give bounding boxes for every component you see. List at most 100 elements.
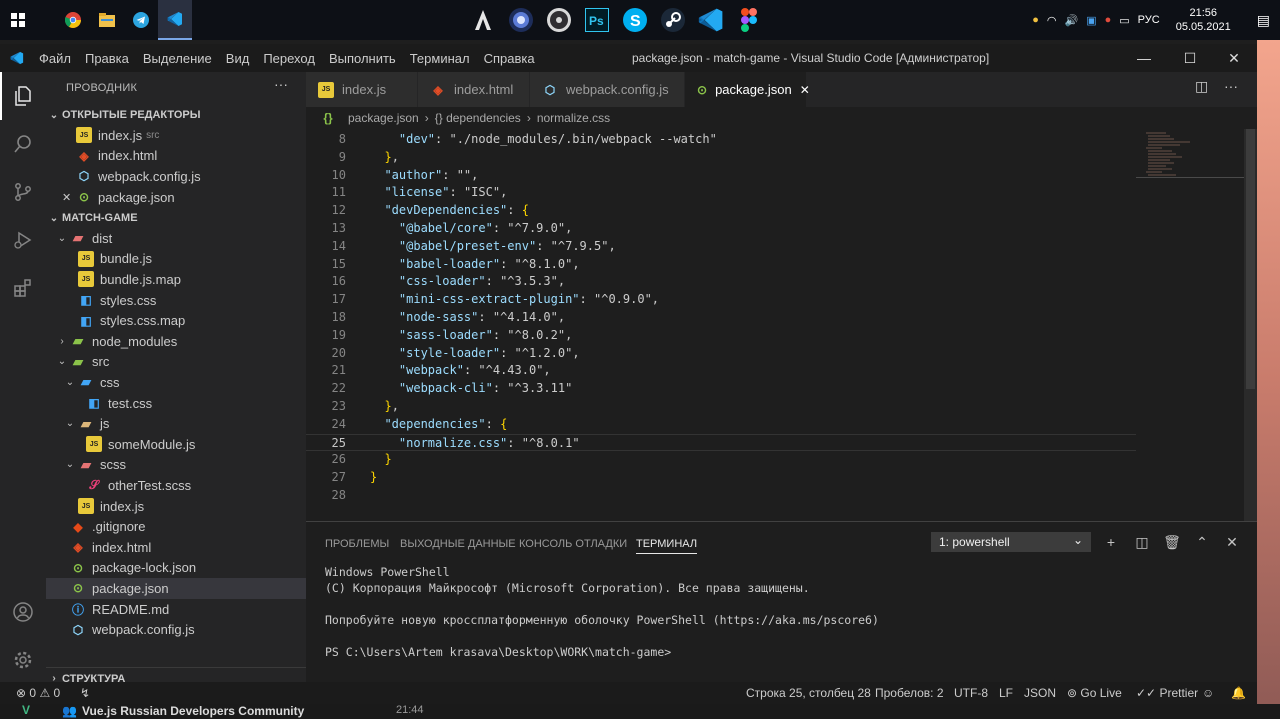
tray-app-icon[interactable]: ▣ bbox=[1086, 14, 1096, 27]
project-header[interactable]: ⌄ MATCH-GAME bbox=[46, 208, 306, 228]
start-button[interactable] bbox=[0, 0, 36, 40]
maximize-button[interactable]: ☐ bbox=[1167, 44, 1213, 72]
run-debug-activity[interactable] bbox=[0, 216, 46, 264]
skype-taskbar-button[interactable]: S bbox=[618, 0, 652, 40]
end-of-line[interactable]: LF bbox=[999, 686, 1013, 700]
file-item[interactable]: ◆ .gitignore bbox=[46, 516, 306, 537]
notification-dot-icon[interactable]: ● bbox=[1032, 14, 1039, 26]
breadcrumb-property[interactable]: normalize.css bbox=[537, 111, 610, 125]
assassins-creed-taskbar-button[interactable] bbox=[466, 0, 500, 40]
explorer-more-button[interactable]: ··· bbox=[274, 76, 288, 92]
file-item[interactable]: ◧ styles.css bbox=[46, 290, 306, 311]
prettier-button[interactable]: ✓✓ Prettier bbox=[1136, 686, 1198, 700]
folder-item[interactable]: ⌄ ▰ scss bbox=[46, 455, 306, 476]
file-item[interactable]: ◧ styles.css.map bbox=[46, 310, 306, 331]
terminal-select[interactable]: 1: powershell ⌄ bbox=[931, 532, 1091, 552]
folder-item[interactable]: › ▰ node_modules bbox=[46, 331, 306, 352]
editor-tab[interactable]: JS index.js bbox=[306, 72, 418, 107]
file-item[interactable]: JS someModule.js bbox=[46, 434, 306, 455]
obs-taskbar-button[interactable] bbox=[542, 0, 576, 40]
split-editor-button[interactable]: ◫ bbox=[1195, 78, 1208, 95]
menu-edit[interactable]: Правка bbox=[78, 51, 136, 66]
menu-run[interactable]: Выполнить bbox=[322, 51, 403, 66]
minimize-button[interactable]: — bbox=[1121, 44, 1167, 72]
file-item[interactable]: ⓘ README.md bbox=[46, 599, 306, 620]
accounts-activity[interactable] bbox=[0, 588, 46, 636]
close-window-button[interactable]: ✕ bbox=[1211, 44, 1257, 72]
close-editor-icon[interactable]: ✕ bbox=[62, 191, 76, 204]
cursor-position[interactable]: Строка 25, столбец 28 bbox=[746, 686, 871, 700]
open-editor-item[interactable]: ✕ ⊙ package.json bbox=[46, 187, 306, 208]
folder-item[interactable]: ⌄ ▰ src bbox=[46, 352, 306, 373]
file-item[interactable]: ⬡ webpack.config.js bbox=[46, 619, 306, 640]
search-activity[interactable] bbox=[0, 120, 46, 168]
split-terminal-button[interactable]: ◫ bbox=[1132, 532, 1152, 552]
volume-icon[interactable]: 🔊 bbox=[1065, 14, 1079, 27]
file-item[interactable]: JS index.js bbox=[46, 496, 306, 517]
editor-more-button[interactable]: ··· bbox=[1224, 78, 1238, 94]
editor-tab[interactable]: ◈ index.html bbox=[418, 72, 530, 107]
extensions-activity[interactable] bbox=[0, 264, 46, 312]
folder-item[interactable]: ⌄ ▰ js bbox=[46, 413, 306, 434]
menu-terminal[interactable]: Терминал bbox=[403, 51, 477, 66]
file-item[interactable]: ◧ test.css bbox=[46, 393, 306, 414]
new-terminal-button[interactable]: + bbox=[1101, 532, 1121, 552]
folder-item[interactable]: ⌄ ▰ dist bbox=[46, 228, 306, 249]
maximize-panel-button[interactable]: ⌃ bbox=[1192, 532, 1212, 552]
feedback-button[interactable]: ☺ bbox=[1202, 686, 1214, 700]
source-control-activity[interactable] bbox=[0, 168, 46, 216]
open-editor-item[interactable]: ◈ index.html bbox=[46, 146, 306, 167]
wifi-icon[interactable]: ◠ bbox=[1047, 14, 1057, 27]
close-panel-button[interactable]: ✕ bbox=[1222, 532, 1242, 552]
tray-chrome-icon[interactable]: ● bbox=[1105, 14, 1112, 26]
telegram-taskbar-button[interactable] bbox=[124, 0, 158, 40]
battery-icon[interactable]: ▭ bbox=[1119, 14, 1129, 27]
clock[interactable]: 21:56 05.05.2021 bbox=[1176, 6, 1231, 34]
live-share-icon[interactable]: ↯ bbox=[80, 686, 90, 700]
kill-terminal-button[interactable]: 🗑 bbox=[1162, 532, 1182, 552]
language-indicator[interactable]: РУС bbox=[1138, 14, 1160, 26]
scrollbar-thumb[interactable] bbox=[1246, 129, 1255, 389]
file-item[interactable]: JS bundle.js bbox=[46, 249, 306, 270]
problems-indicator[interactable]: ⊗ 0 ⚠ 0 bbox=[16, 686, 60, 700]
editor-scrollbar[interactable] bbox=[1244, 129, 1257, 521]
cinema4d-taskbar-button[interactable] bbox=[504, 0, 538, 40]
tab-output[interactable]: ВЫХОДНЫЕ ДАННЫЕ bbox=[400, 538, 516, 550]
folder-item[interactable]: ⌄ ▰ css bbox=[46, 372, 306, 393]
breadcrumb-object[interactable]: {} dependencies bbox=[435, 111, 521, 125]
indentation[interactable]: Пробелов: 2 bbox=[875, 686, 944, 700]
editor-tab[interactable]: ⊙ package.json ✕ bbox=[685, 72, 810, 107]
explorer-taskbar-button[interactable] bbox=[90, 0, 124, 40]
editor-tab[interactable]: ⬡ webpack.config.js bbox=[530, 72, 685, 107]
file-item[interactable]: JS bundle.js.map bbox=[46, 269, 306, 290]
file-item[interactable]: ◈ index.html bbox=[46, 537, 306, 558]
open-editors-header[interactable]: ⌄ ОТКРЫТЫЕ РЕДАКТОРЫ bbox=[46, 105, 306, 125]
menu-selection[interactable]: Выделение bbox=[136, 51, 219, 66]
breadcrumb-file[interactable]: package.json bbox=[348, 111, 419, 125]
vscode-pinned-button[interactable] bbox=[694, 0, 728, 40]
code-editor[interactable]: 8 "dev": "./node_modules/.bin/webpack --… bbox=[306, 129, 1136, 521]
minimap[interactable] bbox=[1136, 129, 1244, 521]
manage-activity[interactable] bbox=[0, 636, 46, 684]
menu-go[interactable]: Переход bbox=[256, 51, 322, 66]
file-item[interactable]: ⊙ package.json bbox=[46, 578, 306, 599]
tab-problems[interactable]: ПРОБЛЕМЫ bbox=[325, 538, 389, 550]
chrome-taskbar-button[interactable] bbox=[56, 0, 90, 40]
open-editor-item[interactable]: JS index.js src bbox=[46, 125, 306, 146]
chat-title[interactable]: Vue.js Russian Developers Community bbox=[82, 704, 304, 718]
menu-help[interactable]: Справка bbox=[477, 51, 542, 66]
encoding[interactable]: UTF-8 bbox=[954, 686, 988, 700]
action-center-icon[interactable]: ▤ bbox=[1257, 12, 1270, 29]
file-item[interactable]: ⊙ package-lock.json bbox=[46, 558, 306, 579]
go-live-button[interactable]: ⊚ Go Live bbox=[1067, 686, 1122, 700]
menu-view[interactable]: Вид bbox=[219, 51, 257, 66]
photoshop-taskbar-button[interactable]: Ps bbox=[580, 0, 614, 40]
explorer-activity[interactable] bbox=[0, 72, 46, 120]
tab-terminal[interactable]: ТЕРМИНАЛ bbox=[636, 538, 698, 554]
steam-taskbar-button[interactable] bbox=[656, 0, 690, 40]
vscode-taskbar-button[interactable] bbox=[158, 0, 192, 40]
open-editor-item[interactable]: ⬡ webpack.config.js bbox=[46, 166, 306, 187]
notifications-button[interactable]: 🔔 bbox=[1231, 686, 1246, 700]
figma-taskbar-button[interactable] bbox=[732, 0, 766, 40]
tab-debug-console[interactable]: КОНСОЛЬ ОТЛАДКИ bbox=[519, 538, 627, 550]
